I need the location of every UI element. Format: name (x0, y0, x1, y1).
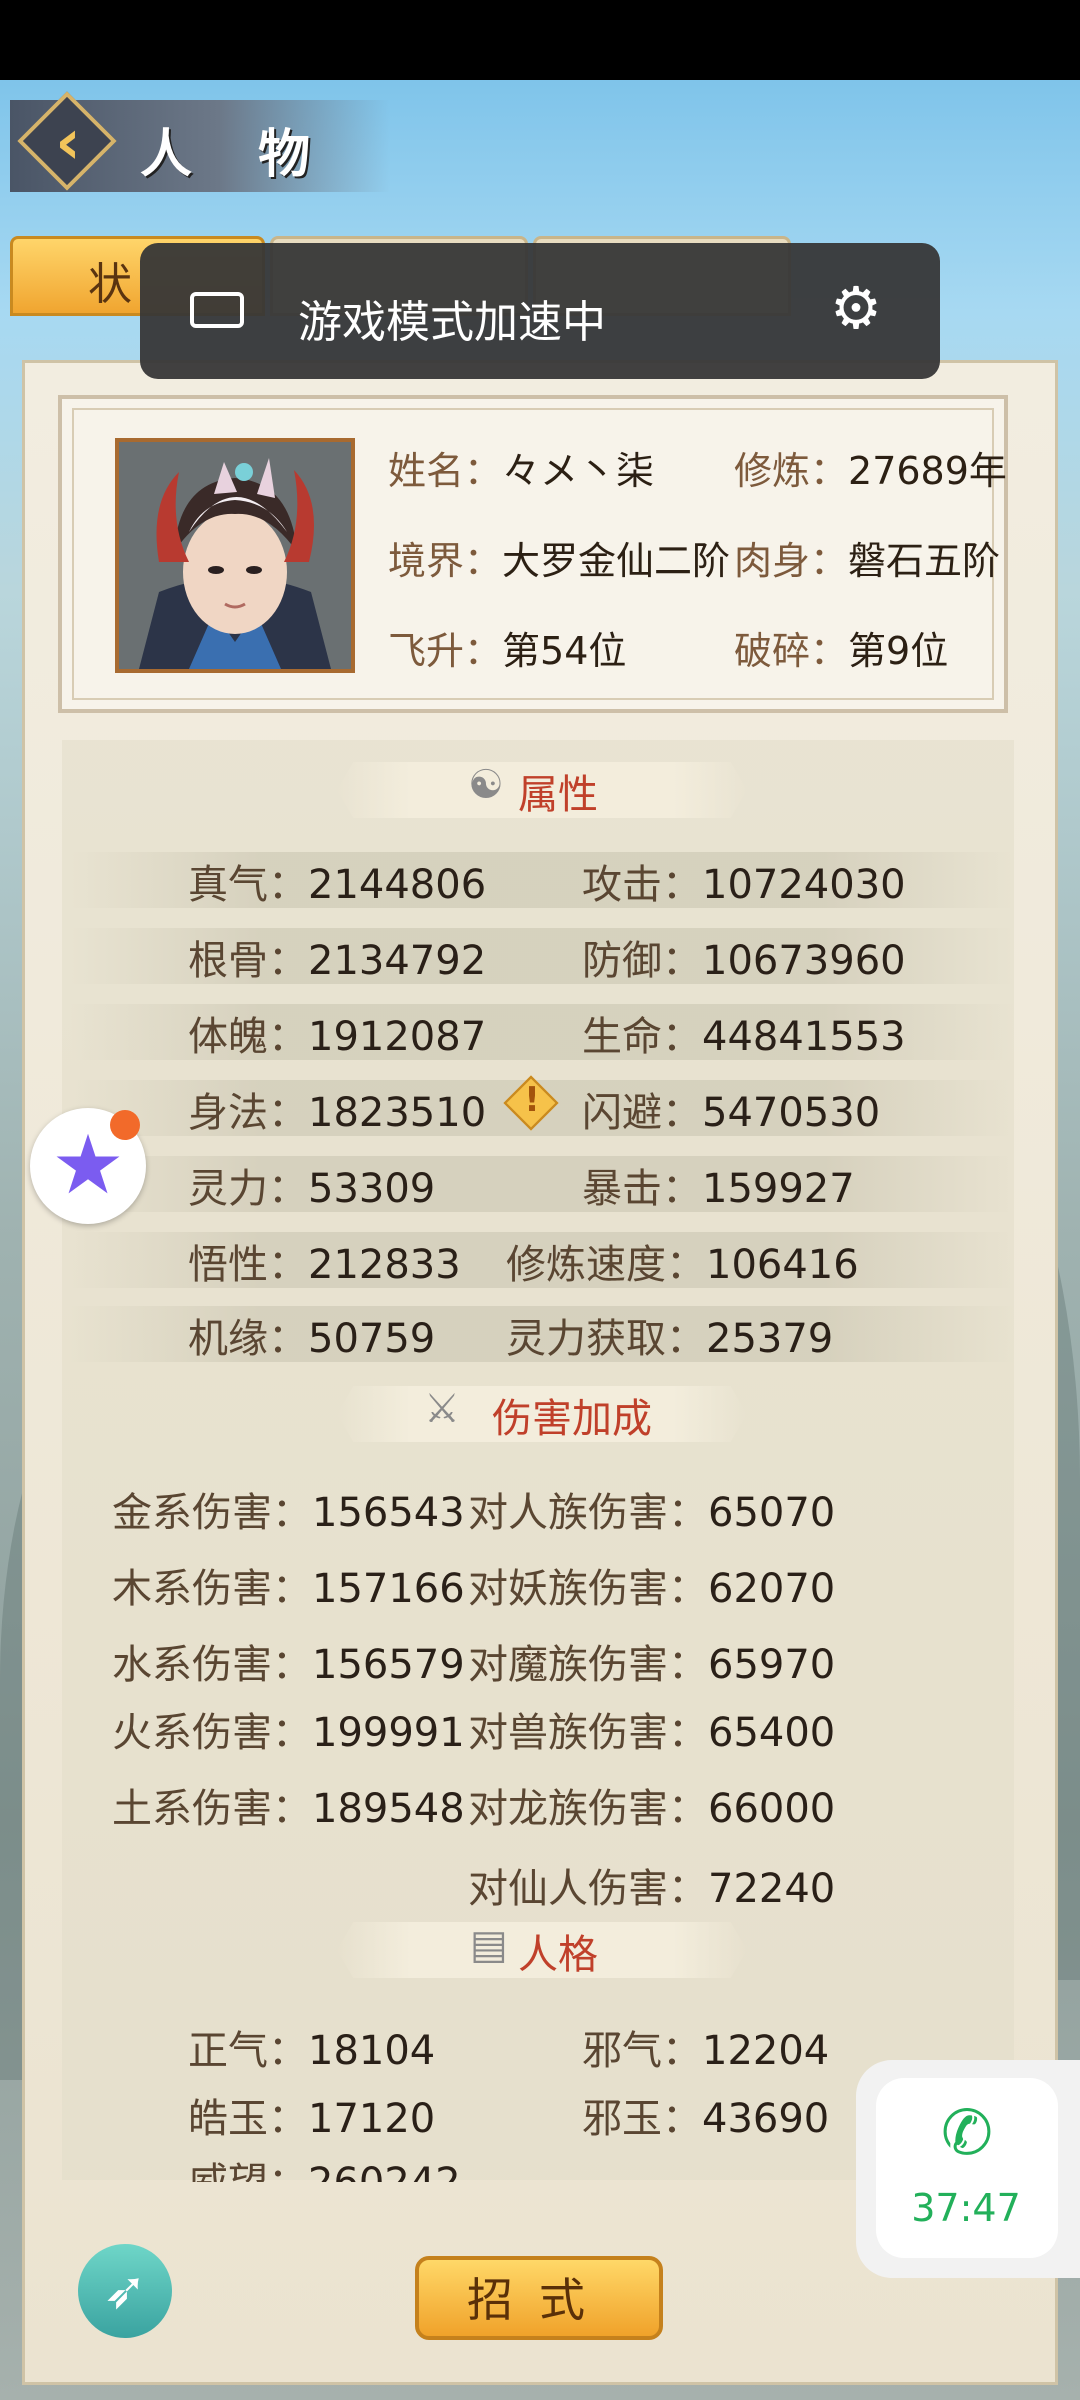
stat-lingli-gain: 灵力获取：25379 (506, 1316, 834, 1362)
tab-status-label: 状 (88, 259, 132, 310)
profile-cultivate-row: 修炼：27689年 (734, 440, 1007, 495)
chevron-left-icon[interactable]: ‹ (38, 111, 98, 173)
yin-yang-icon: ☯ (468, 762, 504, 808)
rocket-icon[interactable]: ➶ (78, 2244, 172, 2338)
status-bar (0, 0, 1080, 80)
shatter-value: 第9位 (848, 629, 949, 673)
realm-value: 大罗金仙二阶 (502, 539, 731, 583)
stat-life: 生命：44841553 (582, 1014, 906, 1060)
shatter-label: 破碎： (734, 629, 849, 673)
gear-icon[interactable]: ⚙ (826, 278, 886, 338)
profile-shatter-row: 破碎：第9位 (734, 620, 948, 675)
stat-shenfa: 身法：1823510 (188, 1090, 487, 1136)
avatar (115, 438, 355, 673)
phone-icon[interactable]: ✆ (932, 2098, 1002, 2168)
stat-fire-damage: 火系伤害：199991 (112, 1710, 465, 1756)
stat-weiwang: 威望：260242 (188, 2150, 461, 2182)
stat-vs-demon: 对妖族伤害：62070 (468, 1566, 836, 1612)
stat-metal-damage: 金系伤害：156543 (112, 1490, 465, 1536)
body-label: 肉身： (734, 539, 849, 583)
stat-vs-dragon: 对龙族伤害：66000 (468, 1786, 836, 1832)
stat-tipo: 体魄：1912087 (188, 1014, 487, 1060)
profile-name-row: 姓名：々メ丶柒 (388, 440, 654, 495)
cultivate-label: 修炼： (734, 449, 849, 493)
crossed-swords-icon: ⚔ (424, 1386, 460, 1432)
profile-realm-row: 境界：大罗金仙二阶 (388, 530, 730, 585)
gamepad-icon (190, 292, 244, 328)
stat-xieqi: 邪气：12204 (582, 2028, 830, 2074)
stat-lingli: 灵力：53309 (188, 1166, 436, 1212)
section-title-personality: 人格 (518, 1932, 598, 1978)
call-timer: 37:47 (911, 2186, 1021, 2230)
stat-wuxing: 悟性：212833 (188, 1242, 461, 1288)
toast-text: 游戏模式加速中 (298, 297, 606, 348)
stat-wood-damage: 木系伤害：157166 (112, 1566, 465, 1612)
stat-cultivate-speed: 修炼速度：106416 (506, 1242, 859, 1288)
exclamation-icon[interactable]: ! (517, 1080, 547, 1120)
notification-dot (110, 1110, 140, 1140)
stat-vs-immortal: 对仙人伤害：72240 (468, 1866, 836, 1912)
section-title-damage: 伤害加成 (492, 1396, 652, 1442)
stat-haoyu: 皓玉：17120 (188, 2096, 436, 2142)
realm-label: 境界： (388, 539, 503, 583)
stat-gengu: 根骨：2134792 (188, 938, 487, 984)
stat-water-damage: 水系伤害：156579 (112, 1642, 465, 1688)
profile-ascend-row: 飞升：第54位 (388, 620, 626, 675)
page-title: 人 物 (140, 124, 335, 185)
stat-defense: 防御：10673960 (582, 938, 906, 984)
stat-zhengqi: 正气：18104 (188, 2028, 436, 2074)
section-title-attributes: 属性 (518, 772, 598, 818)
stat-earth-damage: 土系伤害：189548 (112, 1786, 465, 1832)
name-value: 々メ丶柒 (502, 449, 655, 493)
stat-vs-human: 对人族伤害：65070 (468, 1490, 836, 1536)
stat-xieyu: 邪玉：43690 (582, 2096, 830, 2142)
skills-button-label: 招式 (467, 2273, 611, 2327)
scroll-icon: ▤ (470, 1922, 508, 1968)
body-value: 磐石五阶 (848, 539, 1001, 583)
stat-crit: 暴击：159927 (582, 1166, 855, 1212)
stat-vs-beast: 对兽族伤害：65400 (468, 1710, 836, 1756)
stat-jiyuan: 机缘：50759 (188, 1316, 436, 1362)
stat-attack: 攻击：10724030 (582, 862, 906, 908)
stat-zhenqi: 真气：2144806 (188, 862, 487, 908)
stat-vs-mo: 对魔族伤害：65970 (468, 1642, 836, 1688)
profile-body-row: 肉身：磐石五阶 (734, 530, 1000, 585)
name-label: 姓名： (388, 449, 503, 493)
character-portrait (119, 442, 351, 669)
cultivate-value: 27689年 (848, 449, 1007, 493)
stat-dodge: 闪避：5470530 (582, 1090, 881, 1136)
ascend-label: 飞升： (388, 629, 503, 673)
ascend-value: 第54位 (502, 629, 627, 673)
